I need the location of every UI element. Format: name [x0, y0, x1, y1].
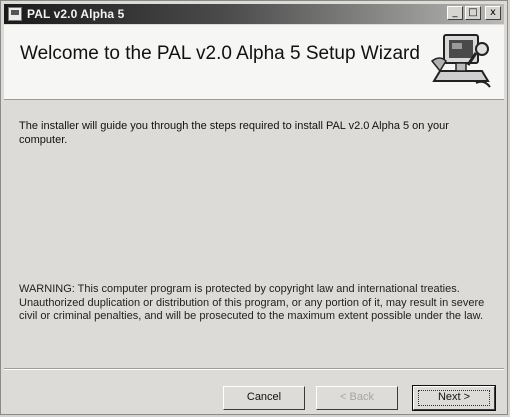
title-bar[interactable]: PAL v2.0 Alpha 5 _ □ x: [4, 4, 504, 24]
back-label: < Back: [340, 391, 374, 403]
back-button[interactable]: < Back: [316, 386, 398, 410]
maximize-button[interactable]: □: [465, 6, 481, 20]
setup-wizard-window: PAL v2.0 Alpha 5 _ □ x Welcome to the PA…: [0, 0, 508, 415]
app-icon: [8, 7, 22, 21]
intro-text: The installer will guide you through the…: [19, 120, 449, 146]
close-button[interactable]: x: [485, 6, 501, 20]
computer-setup-icon: [430, 34, 491, 88]
copyright-warning: WARNING: This computer program is protec…: [19, 283, 485, 322]
next-label: Next >: [437, 391, 471, 403]
page-title: Welcome to the PAL v2.0 Alpha 5 Setup Wi…: [20, 43, 420, 64]
cancel-label: Cancel: [246, 391, 282, 403]
next-button[interactable]: Next >: [412, 385, 496, 411]
wizard-header: Welcome to the PAL v2.0 Alpha 5 Setup Wi…: [4, 25, 504, 100]
cancel-button[interactable]: Cancel: [223, 386, 305, 410]
window-title: PAL v2.0 Alpha 5: [27, 7, 125, 21]
button-separator: [4, 368, 504, 370]
window-controls: _ □ x: [447, 6, 501, 20]
minimize-button[interactable]: _: [447, 6, 463, 20]
